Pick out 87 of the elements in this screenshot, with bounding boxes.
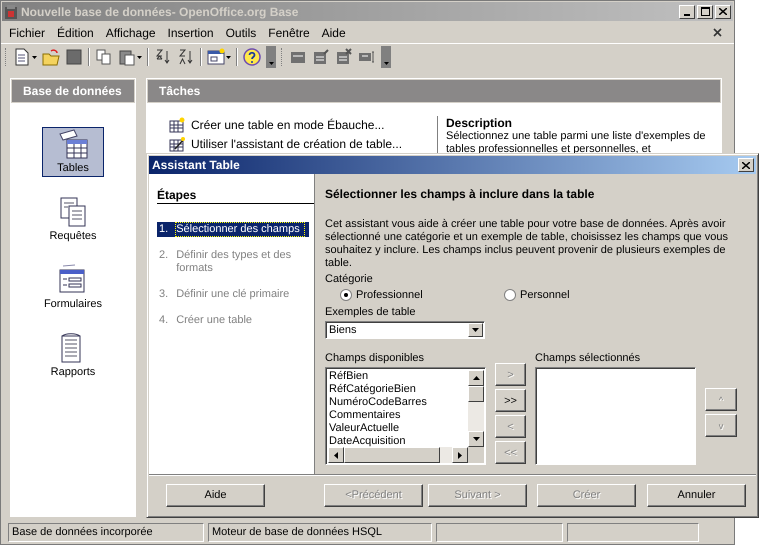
description-title: Description <box>446 116 514 130</box>
field-label: Exemples de table <box>325 306 416 318</box>
menu-item[interactable]: Insertion <box>162 24 220 42</box>
scrollbar[interactable] <box>468 370 484 447</box>
delete-record-icon[interactable] <box>335 48 353 66</box>
menu-item[interactable]: Fenêtre <box>262 24 316 42</box>
sort-descending-icon[interactable] <box>177 48 195 66</box>
menu-item[interactable]: Affichage <box>100 24 162 42</box>
radio-button[interactable] <box>340 289 352 301</box>
description-text: Sélectionnez une table parmi une liste d'exemples de tables professionnelles et personnelles, et <box>446 130 707 156</box>
status-field: Moteur de base de données HSQL <box>208 523 432 542</box>
sidebar-item[interactable]: Rapports <box>42 331 104 381</box>
panel-header: Tâches <box>147 79 721 103</box>
maximize-button[interactable] <box>697 4 713 18</box>
step-item[interactable]: 2. Définir des types et des formats <box>157 248 309 276</box>
dropdown-arrow-icon <box>472 328 479 332</box>
copy-icon[interactable] <box>95 48 113 66</box>
paste-icon[interactable] <box>118 48 136 66</box>
toolbar-overflow-button[interactable] <box>266 46 276 68</box>
list-item[interactable]: RéfBien <box>329 370 468 383</box>
radio-button[interactable] <box>504 289 516 301</box>
list-item[interactable]: NuméroCodeBarres <box>329 396 468 409</box>
edit-record-icon[interactable] <box>312 48 330 66</box>
intro-text: Cet assistant vous aide à créer une table pour votre base de données. Après avoir sélectionné une catégorie et un exemple de table, choisissez les champs que vous souhaitez y inclure. Les champs inclus peuvent provenir de plusieurs exemples de table. <box>325 218 729 270</box>
sort-ascending-icon[interactable] <box>154 48 172 66</box>
scrollbar-thumb[interactable] <box>344 447 440 463</box>
up-arrow-icon <box>472 376 480 380</box>
step-item[interactable]: 3. Définir une clé primaire <box>157 287 309 302</box>
sidebar-item[interactable]: Formulaires <box>42 263 104 313</box>
list-item[interactable]: RéfCatégorieBien <box>329 383 468 396</box>
menu-item[interactable]: Fichier <box>3 24 52 42</box>
minimize-button[interactable] <box>679 4 695 18</box>
list-item[interactable]: Commentaires <box>329 409 468 422</box>
field-label: Champs disponibles <box>325 352 426 364</box>
close-icon[interactable] <box>713 28 722 37</box>
window-title: Nouvelle base de données- OpenOffice.org Base <box>21 4 298 18</box>
dropdown[interactable]: Biens <box>325 321 485 339</box>
field-label: Catégorie <box>325 273 374 285</box>
status-field: Base de données incorporée <box>8 523 204 542</box>
sidebar-item[interactable]: Tables <box>42 127 104 177</box>
task-link[interactable]: Créer une table en mode Ébauche... <box>169 116 437 133</box>
panel-header: Base de données <box>11 79 135 103</box>
dropdown-caret-icon[interactable] <box>137 56 142 58</box>
list-box[interactable] <box>535 367 696 465</box>
list-box[interactable]: RéfBien RéfCatégorieBien NuméroCodeBarres Commentaires ValeurActuelle DateAcquisition <box>325 367 486 465</box>
table-wand-icon <box>169 136 185 152</box>
dialog-button[interactable]: Aide <box>166 484 265 506</box>
new-document-icon[interactable] <box>13 48 31 66</box>
close-icon <box>719 8 727 15</box>
close-icon <box>742 162 750 168</box>
sidebar-item[interactable]: Requêtes <box>42 195 104 245</box>
close-button[interactable] <box>715 4 731 18</box>
section-heading: Sélectionner les champs à inclure dans la table <box>325 187 596 201</box>
radio-label[interactable]: Professionnel <box>356 289 423 301</box>
scrollbar-corner <box>468 447 484 463</box>
menu-item[interactable]: Outils <box>220 24 262 42</box>
minimize-icon <box>684 14 690 16</box>
field-label: Champs sélectionnés <box>535 352 642 364</box>
maximize-icon <box>700 7 710 16</box>
radio-label[interactable]: Personnel <box>520 289 570 301</box>
step-item[interactable]: 1. Sélectionner des champs <box>157 222 309 237</box>
menu-item[interactable]: Édition <box>51 24 100 42</box>
dropdown-caret-icon[interactable] <box>226 56 231 58</box>
move-button[interactable]: >> <box>495 389 526 412</box>
form-icon[interactable] <box>207 48 225 66</box>
dialog-button[interactable]: Annuler <box>647 484 746 506</box>
down-arrow-icon <box>472 437 480 441</box>
save-icon[interactable] <box>65 48 83 66</box>
close-button[interactable] <box>738 158 754 172</box>
list-item[interactable]: DateAcquisition <box>329 435 468 447</box>
right-arrow-icon <box>458 452 462 458</box>
toolbar-overflow-button[interactable] <box>381 46 391 68</box>
table-star-icon <box>169 116 185 132</box>
list-item[interactable]: ValeurActuelle <box>329 422 468 435</box>
help-icon[interactable] <box>243 48 261 66</box>
app-icon <box>4 4 18 20</box>
scrollbar[interactable] <box>328 447 468 463</box>
left-arrow-icon <box>334 452 338 458</box>
step-item[interactable]: 4. Créer une table <box>157 313 309 328</box>
task-link[interactable]: Utiliser l'assistant de création de table... <box>169 135 437 152</box>
scrollbar-thumb[interactable] <box>468 386 484 402</box>
dialog-title: Assistant Table <box>152 158 240 172</box>
open-folder-icon[interactable] <box>42 48 60 66</box>
dropdown-caret-icon[interactable] <box>32 56 37 58</box>
table-icon <box>57 128 89 160</box>
steps-title: Étapes <box>157 188 314 204</box>
menu-item[interactable]: Aide <box>316 24 352 42</box>
